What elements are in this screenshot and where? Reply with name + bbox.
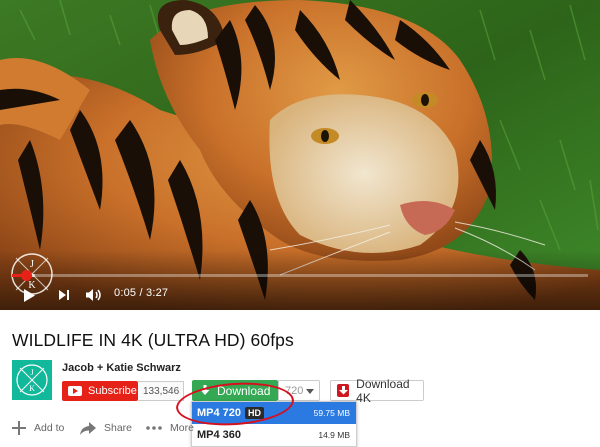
time-display: 0:05 / 3:27 <box>114 287 168 299</box>
channel-avatar[interactable]: J K <box>12 360 52 400</box>
time-separator: / <box>136 287 146 299</box>
current-time: 0:05 <box>114 287 137 299</box>
more-dots-icon <box>146 426 162 430</box>
download-4k-button[interactable]: Download 4K <box>330 377 424 405</box>
download-4k-label: Download 4K <box>356 376 410 405</box>
youtube-logo-icon <box>68 386 82 396</box>
avatar-letter-top: J <box>30 368 33 377</box>
video-title: WILDLIFE IN 4K (ULTRA HD) 60fps <box>12 330 294 350</box>
file-size: 14.9 MB <box>318 430 350 440</box>
watermark-letter-top: J <box>30 259 34 270</box>
format-label: MP4 720 <box>197 407 242 419</box>
more-label: More <box>170 422 194 434</box>
download-label: Download <box>217 383 271 398</box>
format-label: MP4 360 <box>197 429 242 441</box>
video-player[interactable]: J K 0:05 / 3:27 <box>0 0 600 310</box>
subscriber-count: 133,546 <box>138 381 184 401</box>
download-format-menu: MP4 720 HD 59.75 MB MP4 360 14.9 MB <box>191 401 357 447</box>
share-button[interactable]: Share <box>80 420 132 436</box>
share-icon <box>80 421 96 435</box>
play-icon <box>23 288 35 302</box>
file-size: 59.75 MB <box>313 408 350 418</box>
subscribe-label: Subscribe <box>88 385 137 397</box>
more-button[interactable]: More <box>146 420 194 436</box>
hd-badge: HD <box>245 407 265 419</box>
subscribe-button[interactable]: Subscribe <box>62 381 138 401</box>
share-label: Share <box>104 422 133 434</box>
chevron-down-icon <box>306 389 314 394</box>
menu-item-mp4-720[interactable]: MP4 720 HD 59.75 MB <box>192 402 356 424</box>
duration: 3:27 <box>146 287 169 299</box>
next-icon <box>59 290 69 300</box>
add-to-button[interactable]: Add to <box>12 420 64 436</box>
play-button[interactable] <box>20 286 38 304</box>
progress-bar[interactable] <box>12 274 588 277</box>
plus-icon <box>12 421 26 435</box>
menu-item-mp4-360[interactable]: MP4 360 14.9 MB <box>192 424 356 446</box>
channel-name[interactable]: Jacob + Katie Schwarz <box>62 362 181 374</box>
download-button[interactable]: Download <box>192 380 278 401</box>
channel-logo-icon: J K <box>16 364 48 396</box>
download-4k-icon <box>337 384 350 397</box>
next-button[interactable] <box>56 286 72 304</box>
download-arrow-icon <box>200 385 210 395</box>
add-to-label: Add to <box>34 422 65 434</box>
avatar-letter-bottom: K <box>29 384 35 393</box>
quality-value: 720 <box>285 384 304 397</box>
quality-select[interactable]: 720 <box>278 380 320 401</box>
volume-icon <box>86 289 101 301</box>
volume-button[interactable] <box>84 286 104 304</box>
